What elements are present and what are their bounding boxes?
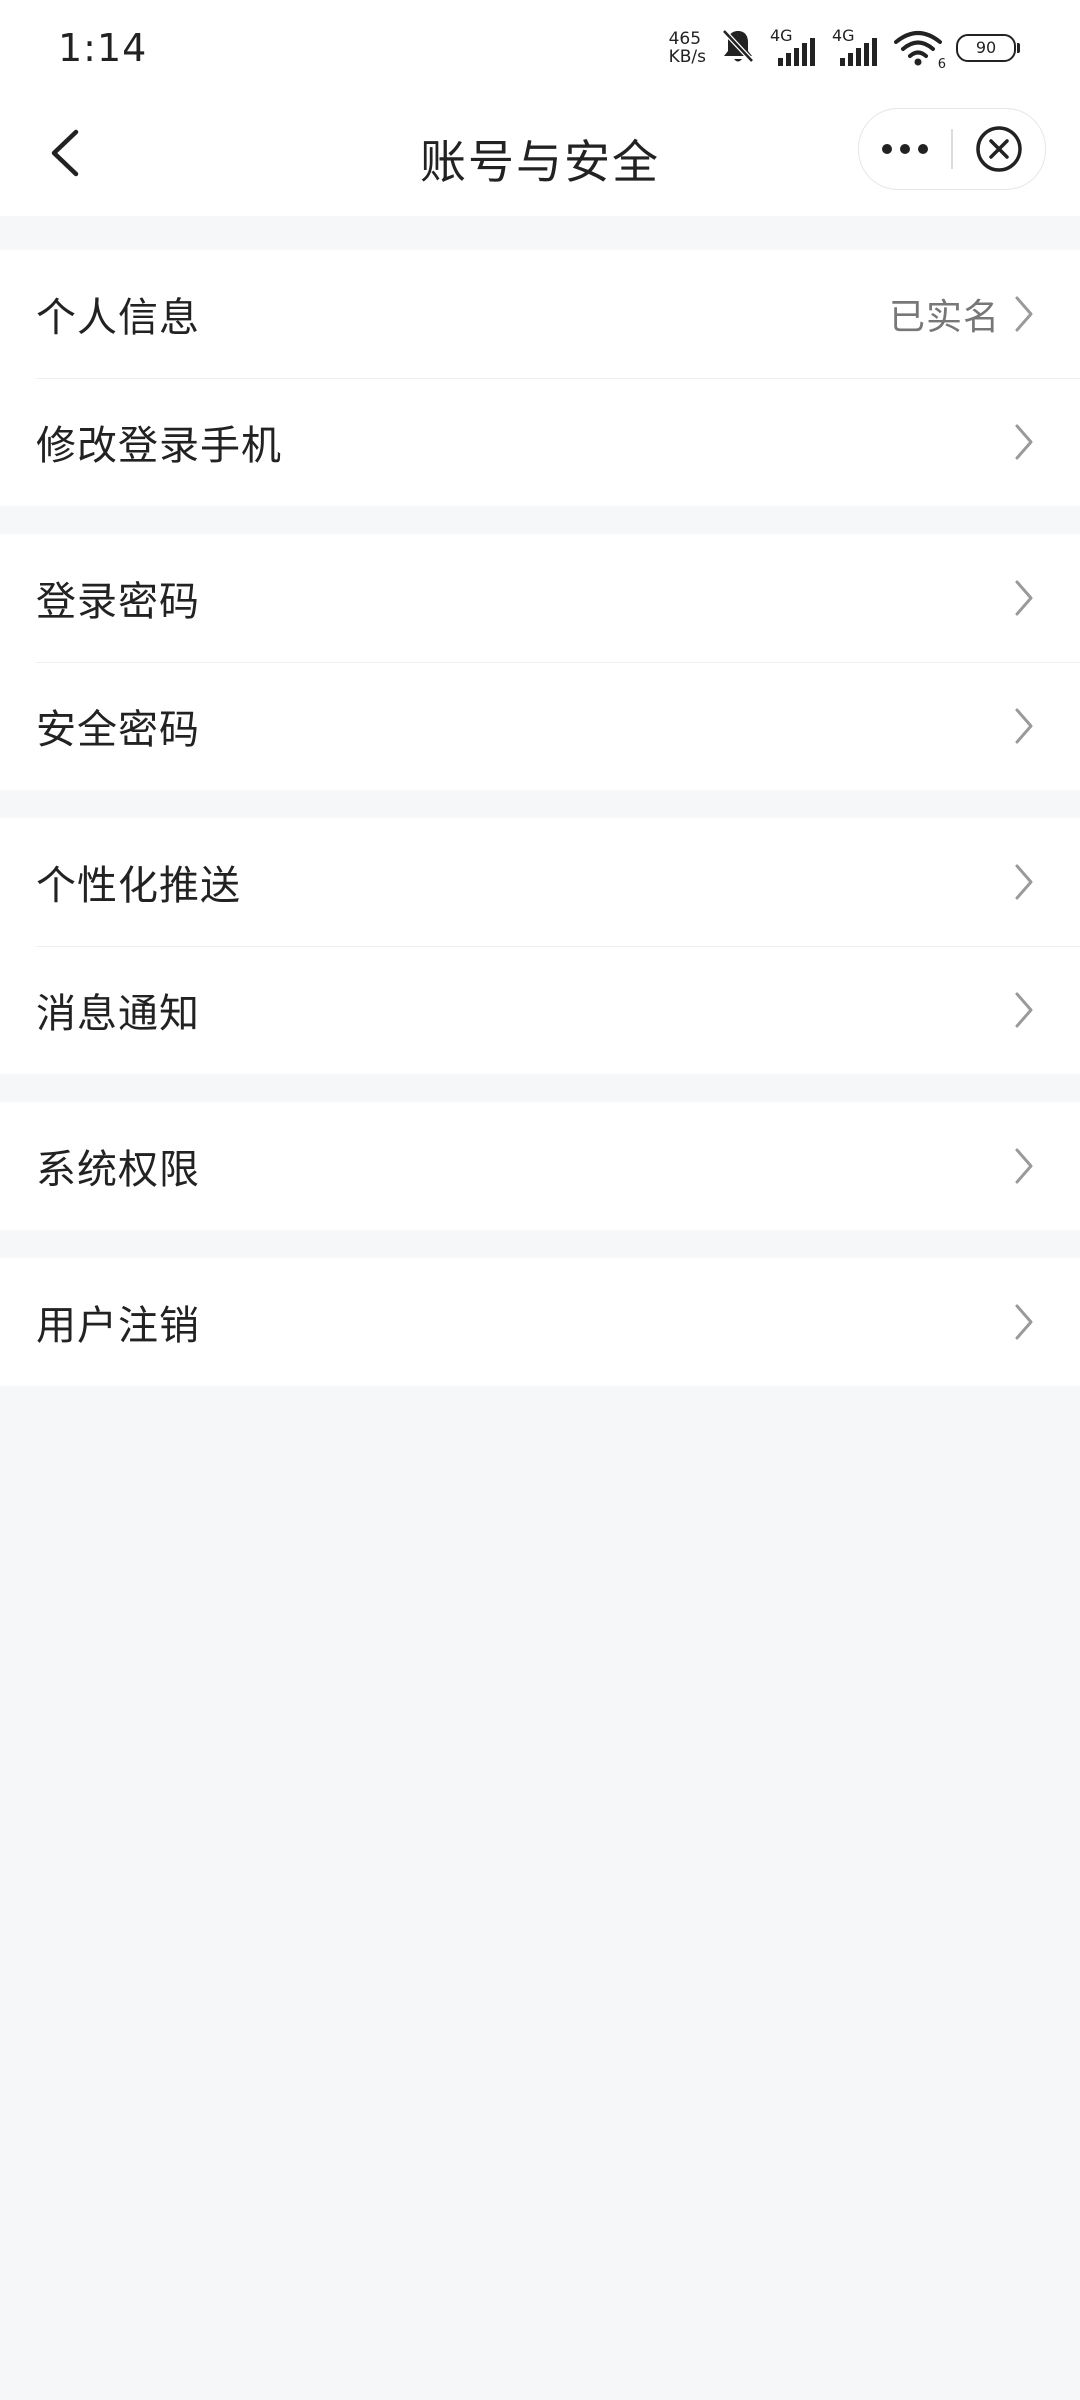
settings-item-security-password[interactable]: 安全密码: [0, 662, 1080, 790]
more-dots-icon: [882, 144, 928, 154]
chevron-right-icon: [1012, 294, 1036, 334]
chevron-right-icon: [1012, 990, 1036, 1030]
battery-indicator: 90: [956, 34, 1020, 62]
settings-item-delete-account[interactable]: 用户注销: [0, 1258, 1080, 1386]
wifi-badge: 6: [937, 57, 946, 72]
chevron-right-icon: [1012, 1146, 1036, 1186]
settings-item-label: 登录密码: [36, 579, 200, 625]
more-button[interactable]: [859, 109, 951, 189]
network-speed-unit: KB/s: [668, 47, 706, 67]
cellular-signal-sim1: 4G: [770, 26, 818, 68]
status-time: 1:14: [58, 26, 148, 70]
settings-group-permissions: 系统权限: [0, 1102, 1080, 1230]
chevron-right-icon: [1012, 578, 1036, 618]
settings-group-notifications: 个性化推送 消息通知: [0, 818, 1080, 1074]
settings-item-personalized-push[interactable]: 个性化推送: [0, 818, 1080, 946]
verification-status: 已实名: [888, 297, 1000, 338]
sim2-network-type: 4G: [832, 26, 855, 45]
chevron-right-icon: [1012, 422, 1036, 462]
settings-item-label: 修改登录手机: [36, 423, 282, 469]
settings-item-change-login-phone[interactable]: 修改登录手机: [0, 378, 1080, 506]
settings-item-label: 系统权限: [36, 1147, 200, 1193]
close-circle-icon: [976, 126, 1022, 172]
settings-item-label: 个性化推送: [36, 863, 241, 909]
close-button[interactable]: [953, 109, 1045, 189]
chevron-right-icon: [1012, 862, 1036, 902]
settings-item-system-permissions[interactable]: 系统权限: [0, 1102, 1080, 1230]
network-speed-value: 465: [668, 29, 702, 49]
settings-item-login-password[interactable]: 登录密码: [0, 534, 1080, 662]
settings-item-label: 个人信息: [36, 295, 200, 341]
cellular-signal-sim2: 4G: [832, 26, 880, 68]
settings-item-label: 用户注销: [36, 1303, 200, 1349]
chevron-right-icon: [1012, 1302, 1036, 1342]
settings-item-label: 消息通知: [36, 991, 200, 1037]
chevron-right-icon: [1012, 706, 1036, 746]
sim1-network-type: 4G: [770, 26, 793, 45]
settings-group-passwords: 登录密码 安全密码: [0, 534, 1080, 790]
settings-group-profile: 个人信息 已实名 修改登录手机: [0, 250, 1080, 506]
status-bar: 1:14 465 KB/s 4G 4G 6 90: [0, 0, 1080, 96]
settings-group-account-deletion: 用户注销: [0, 1258, 1080, 1386]
settings-item-label: 安全密码: [36, 707, 200, 753]
network-speed: 465 KB/s: [669, 30, 706, 66]
status-icons: 465 KB/s 4G 4G 6 90: [669, 24, 1020, 72]
settings-item-message-notifications[interactable]: 消息通知: [0, 946, 1080, 1074]
settings-item-personal-info[interactable]: 个人信息 已实名: [0, 250, 1080, 378]
bell-muted-icon: [720, 27, 756, 69]
navigation-bar: 账号与安全: [0, 96, 1080, 216]
wifi-icon: 6: [894, 28, 946, 72]
mini-program-capsule: [858, 108, 1046, 190]
